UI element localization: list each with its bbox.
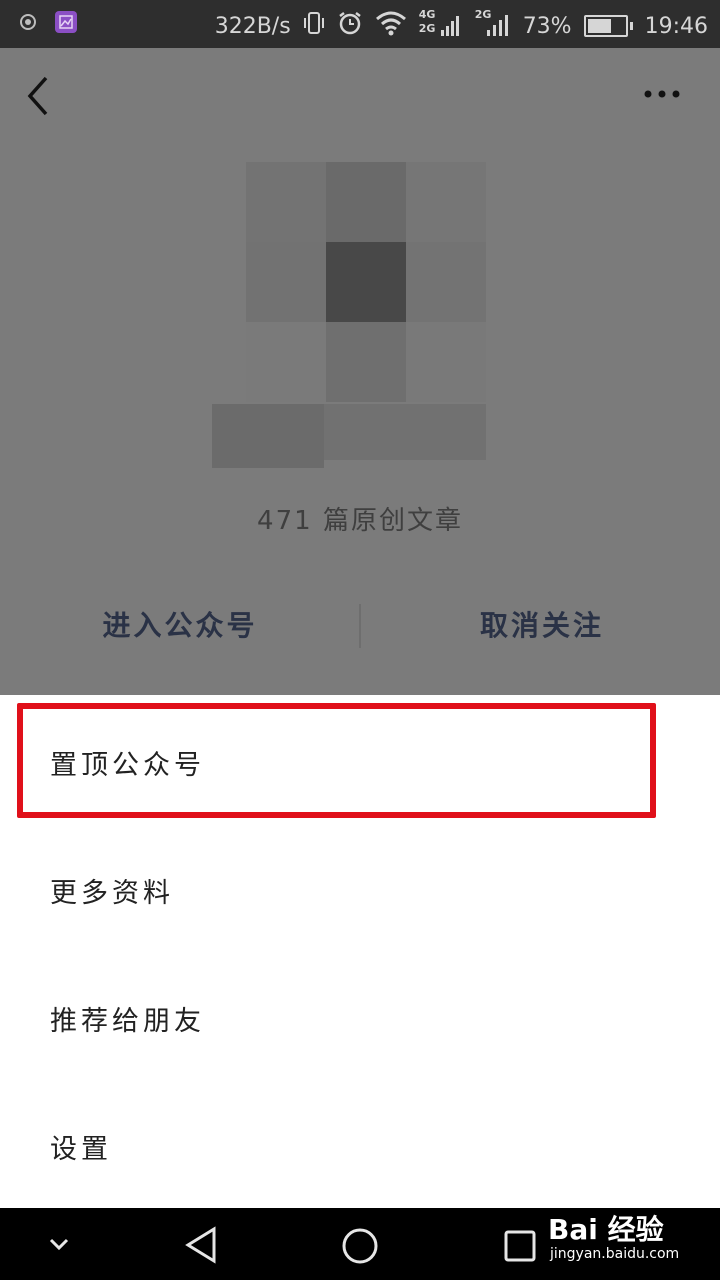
signal-icon-sim2: 2G <box>475 8 511 40</box>
signal-icon-sim1: 4G 2G <box>419 8 463 40</box>
unfollow-button[interactable]: 取消关注 <box>392 596 692 656</box>
more-options-icon[interactable] <box>640 84 684 104</box>
alarm-icon <box>337 10 363 42</box>
status-bar: 322B/s 4G 2G 2G 73% 19:46 <box>0 0 720 48</box>
highlight-annotation-box <box>17 703 656 818</box>
watermark-url: jingyan.baidu.com <box>550 1246 680 1262</box>
menu-item-settings[interactable]: 设置 <box>0 1079 720 1207</box>
gallery-icon <box>54 10 78 40</box>
avatar-mosaic <box>246 162 486 402</box>
menu-item-recommend-to-friend[interactable]: 推荐给朋友 <box>0 951 720 1079</box>
wifi-icon <box>375 10 407 42</box>
back-triangle-icon[interactable] <box>182 1225 220 1265</box>
baidu-jingyan-watermark: Bai 经验 jingyan.baidu.com <box>548 1200 716 1272</box>
recent-apps-square-icon[interactable] <box>502 1228 538 1264</box>
menu-item-label: 推荐给朋友 <box>50 1006 205 1037</box>
menu-item-more-info[interactable]: 更多资料 <box>0 823 720 951</box>
battery-percent: 73% <box>522 13 572 39</box>
enter-account-button[interactable]: 进入公众号 <box>30 596 330 656</box>
account-name-mosaic <box>212 404 486 468</box>
home-circle-icon[interactable] <box>340 1226 380 1266</box>
hide-nav-chevron-icon[interactable] <box>48 1236 70 1252</box>
action-divider <box>359 604 361 648</box>
back-arrow-icon[interactable] <box>20 74 56 118</box>
watermark-brand: Bai 经验 <box>548 1213 664 1246</box>
menu-item-label: 设置 <box>50 1134 112 1165</box>
menu-item-label: 更多资料 <box>50 878 174 909</box>
settings-icon <box>18 12 38 38</box>
original-article-count: 471 篇原创文章 <box>257 506 463 536</box>
clock: 19:46 <box>644 13 708 39</box>
action-row: 进入公众号 取消关注 <box>0 596 720 656</box>
battery-icon <box>583 15 633 37</box>
network-speed: 322B/s <box>214 13 291 39</box>
account-profile-overlay[interactable]: 471 篇原创文章 进入公众号 取消关注 <box>0 48 720 695</box>
vibrate-icon <box>303 11 325 41</box>
options-menu: 置顶公众号 更多资料 推荐给朋友 设置 <box>0 695 720 1208</box>
